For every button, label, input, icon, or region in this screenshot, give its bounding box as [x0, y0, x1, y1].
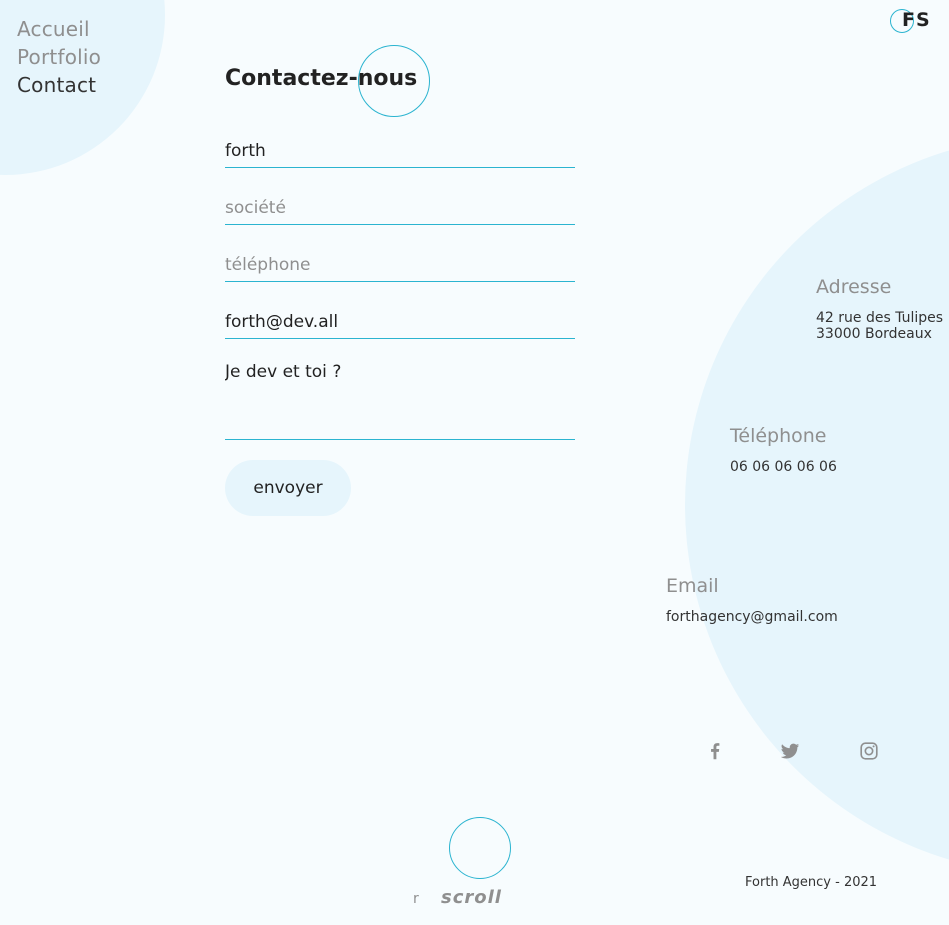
instagram-icon	[860, 742, 878, 760]
phone-label: Téléphone	[730, 425, 827, 447]
phone-value: 06 06 06 06 06	[730, 459, 837, 475]
twitter-icon	[780, 743, 800, 759]
decorative-ring-title	[358, 45, 430, 117]
logo-text: FS	[902, 9, 931, 31]
decorative-blob-right	[685, 135, 949, 875]
scroll-label[interactable]: scroll	[441, 887, 502, 908]
nav-link-accueil[interactable]: Accueil	[17, 15, 101, 43]
nav-link-contact[interactable]: Contact	[17, 71, 101, 99]
contact-page: Accueil Portfolio Contact FS Contactez-n…	[0, 0, 949, 925]
nav-link-portfolio[interactable]: Portfolio	[17, 43, 101, 71]
address-line-1: 42 rue des Tulipes	[816, 310, 944, 326]
scroll-ring[interactable]	[449, 817, 511, 879]
send-button[interactable]: envoyer	[225, 460, 351, 516]
instagram-link[interactable]	[858, 740, 880, 762]
facebook-icon	[711, 743, 720, 760]
name-field[interactable]	[225, 134, 575, 168]
email-label: Email	[666, 575, 719, 597]
facebook-link[interactable]	[704, 740, 726, 762]
message-field[interactable]	[225, 362, 575, 440]
main-nav: Accueil Portfolio Contact	[17, 15, 101, 99]
address-label: Adresse	[816, 276, 892, 298]
logo[interactable]: FS	[890, 9, 940, 37]
twitter-link[interactable]	[779, 740, 801, 762]
email-value: forthagency@gmail.com	[666, 609, 838, 625]
phone-field[interactable]	[225, 248, 575, 282]
scroll-mark: r	[413, 891, 419, 907]
address-line-2: 33000 Bordeaux	[816, 326, 932, 342]
company-field[interactable]	[225, 191, 575, 225]
email-field[interactable]	[225, 305, 575, 339]
copyright: Forth Agency - 2021	[745, 875, 878, 890]
